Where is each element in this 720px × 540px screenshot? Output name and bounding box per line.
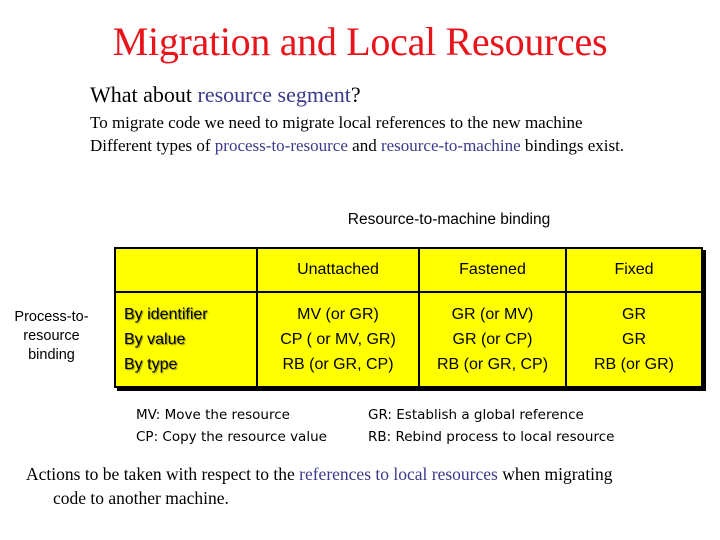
row-kind-type: By type [124,356,178,373]
row-kind-value: By value [124,331,186,348]
table-cell: CP ( or MV, GR) [280,331,396,348]
table-cell: RB (or GR, CP) [282,356,394,373]
intro-text: To migrate code we need to migrate local… [90,111,630,157]
table-cell: GR [622,331,646,348]
paragraph-migrate: To migrate code we need to migrate local… [90,113,583,132]
header-cell-fixed: Fixed [565,247,703,293]
header-cell-empty [114,247,258,293]
column-group-label: Resource-to-machine binding [347,211,551,228]
legend-rb: RB: Rebind process to local resource [368,429,615,445]
caption-line-2: code to another machine. [53,488,229,508]
text-fragment: when migrating [497,464,613,484]
unattached-cell: MV (or GR) CP ( or MV, GR) RB (or GR, CP… [256,291,420,388]
caption: Actions to be taken with respect to the … [26,462,716,510]
highlight-process-to-resource: process-to-resource [214,136,348,155]
highlight-resource-to-machine: resource-to-machine [380,136,521,155]
table-cell: GR (or CP) [452,331,533,348]
row-kind-identifier: By identifier [124,306,208,323]
legend-gr: GR: Establish a global reference [368,407,584,423]
header-cell-unattached: Unattached [256,247,420,293]
text-fragment: and [347,136,381,155]
row-kinds-cell: By identifier By value By type [114,291,258,388]
table-cell: RB (or GR) [594,356,674,373]
paragraph-bindings: Different types of process-to-resource a… [90,134,630,157]
text-fragment: bindings exist. [520,136,625,155]
table-cell: GR [622,306,646,323]
question-highlight: resource segment [197,82,351,107]
question-line: What about resource segment? [90,82,361,108]
text-fragment: Different types of [90,136,215,155]
table-cell: GR (or MV) [451,306,534,323]
legend-cp: CP: Copy the resource value [136,429,327,445]
table-header-row: Unattached Fastened Fixed [114,247,703,293]
fixed-cell: GR GR RB (or GR) [565,291,703,388]
text-fragment: Actions to be taken with respect to the [26,464,300,484]
table-row: By identifier By value By type MV (or GR… [114,291,703,388]
legend-mv: MV: Move the resource [136,407,290,423]
table-cell: RB (or GR, CP) [436,356,549,373]
header-cell-fastened: Fastened [418,247,567,293]
legend-row: MV: Move the resource GR: Establish a glo… [136,404,614,426]
legend-row: CP: Copy the resource value RB: Rebind pr… [136,426,614,448]
question-suffix: ? [350,82,361,107]
table-cell: MV (or GR) [297,306,379,323]
caption-line-1: Actions to be taken with respect to the … [26,462,716,486]
binding-table: Unattached Fastened Fixed By identifier … [114,247,703,388]
abbreviation-legend: MV: Move the resource GR: Establish a glo… [136,404,614,448]
row-group-label: Process-to- resource binding [14,309,89,363]
slide-title: Migration and Local Resources [112,19,608,64]
caption-highlight: references to local resources [299,464,498,484]
question-prefix: What about [90,82,198,107]
fastened-cell: GR (or MV) GR (or CP) RB (or GR, CP) [418,291,567,388]
